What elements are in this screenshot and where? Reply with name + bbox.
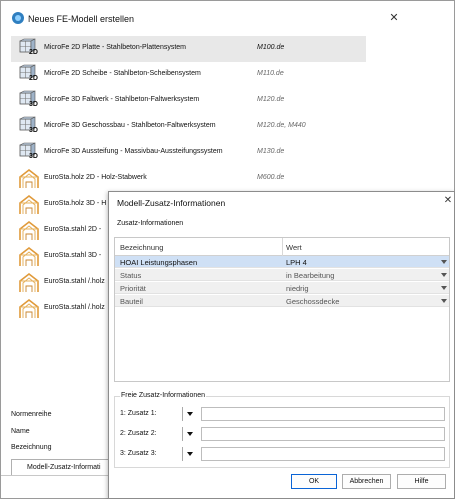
steel-frame-icon bbox=[18, 220, 40, 242]
column-separator[interactable] bbox=[282, 238, 283, 256]
model-row[interactable]: 2D MicroFe 2D Scheibe - Stahlbeton-Scheib… bbox=[11, 62, 366, 88]
ok-button[interactable]: OK bbox=[291, 474, 337, 489]
grid-row[interactable]: Priorität niedrig bbox=[115, 282, 449, 294]
free-info-row: 2: Zusatz 2: bbox=[115, 427, 451, 441]
grid-cell-label: Status bbox=[120, 271, 142, 280]
model-name: EuroSta.stahl 2D - bbox=[44, 226, 102, 233]
model-icon-label: 3D bbox=[29, 101, 38, 108]
help-button[interactable]: Hilfe bbox=[397, 474, 446, 489]
close-icon[interactable]: ✕ bbox=[387, 11, 401, 25]
model-name: EuroSta.stahl /.holz bbox=[44, 278, 105, 285]
fe-2d-plate-icon: 2D bbox=[18, 38, 40, 60]
grid-cell-value[interactable]: niedrig bbox=[286, 284, 309, 293]
model-code: M120.de, M440 bbox=[257, 122, 306, 129]
chevron-down-icon[interactable] bbox=[182, 407, 198, 421]
info-grid: Bezeichnung Wert HOAI Leistungsphasen LPH… bbox=[114, 237, 450, 382]
info-close-icon[interactable]: ✕ bbox=[442, 195, 454, 206]
grid-row[interactable]: Status in Bearbeitung bbox=[115, 269, 449, 281]
fe-3d-folded-plate-icon: 3D bbox=[18, 90, 40, 112]
free-info-title: Freie Zusatz-Informationen bbox=[120, 392, 207, 399]
model-row[interactable]: 3D MicroFe 3D Geschossbau - Stahlbeton-Fa… bbox=[11, 114, 366, 140]
bezeichnung-label: Bezeichnung bbox=[11, 444, 52, 451]
steel-frame-icon bbox=[18, 246, 40, 268]
timber-frame-icon bbox=[18, 194, 40, 216]
model-icon-label: 3D bbox=[29, 153, 38, 160]
model-name: MicroFe 3D Geschossbau - Stahlbeton-Falt… bbox=[44, 122, 216, 129]
model-row[interactable]: 3D MicroFe 3D Faltwerk - Stahlbeton-Faltw… bbox=[11, 88, 366, 114]
model-name: MicroFe 2D Scheibe - Stahlbeton-Scheiben… bbox=[44, 70, 201, 77]
grid-header: Bezeichnung Wert bbox=[115, 238, 449, 256]
free-info-row: 1: Zusatz 1: bbox=[115, 407, 451, 421]
model-row[interactable]: 3D MicroFe 3D Aussteifung - Massivbau-Aus… bbox=[11, 140, 366, 166]
model-name: EuroSta.stahl 3D - bbox=[44, 252, 102, 259]
grid-row[interactable]: Bauteil Geschossdecke bbox=[115, 295, 449, 307]
steel-timber-frame-icon bbox=[18, 298, 40, 320]
chevron-down-icon[interactable] bbox=[441, 260, 447, 264]
model-name: MicroFe 2D Platte - Stahlbeton-Plattensy… bbox=[44, 44, 187, 51]
model-code: M100.de bbox=[257, 44, 285, 51]
model-code: M130.de bbox=[257, 148, 285, 155]
tab-model-info-label: Modell-Zusatz-Informati bbox=[27, 464, 101, 471]
tab-model-info[interactable]: Modell-Zusatz-Informati bbox=[11, 459, 111, 475]
grid-cell-value[interactable]: LPH 4 bbox=[286, 258, 307, 267]
free-info-input[interactable] bbox=[201, 427, 445, 441]
grid-cell-label: HOAI Leistungsphasen bbox=[120, 258, 198, 267]
main-title: Neues FE-Modell erstellen bbox=[28, 14, 135, 24]
timber-frame-icon bbox=[18, 168, 40, 190]
free-info-label: 1: Zusatz 1: bbox=[120, 410, 157, 417]
chevron-down-icon[interactable] bbox=[441, 286, 447, 290]
fe-2d-wall-icon: 2D bbox=[18, 64, 40, 86]
model-icon-label: 3D bbox=[29, 127, 38, 134]
grid-cell-label: Bauteil bbox=[120, 297, 143, 306]
chevron-down-icon[interactable] bbox=[441, 299, 447, 303]
model-code: M110.de bbox=[257, 70, 284, 77]
main-title-bar: Neues FE-Modell erstellen ✕ bbox=[1, 1, 455, 31]
grid-cell-value[interactable]: Geschossdecke bbox=[286, 297, 339, 306]
column-header-bezeichnung[interactable]: Bezeichnung bbox=[120, 243, 163, 252]
model-row[interactable]: EuroSta.holz 2D - Holz-Stabwerk M600.de bbox=[11, 166, 366, 192]
info-dialog-title: Modell-Zusatz-Informationen bbox=[117, 198, 226, 208]
fe-3d-storey-icon: 3D bbox=[18, 116, 40, 138]
section-title: Zusatz-Informationen bbox=[117, 220, 184, 227]
steel-timber-frame-icon bbox=[18, 272, 40, 294]
free-info-input[interactable] bbox=[201, 447, 445, 461]
model-name: EuroSta.stahl /.holz bbox=[44, 304, 105, 311]
grid-cell-value[interactable]: in Bearbeitung bbox=[286, 271, 334, 280]
free-info-label: 3: Zusatz 3: bbox=[120, 450, 157, 457]
model-info-dialog: Modell-Zusatz-Informationen ✕ Zusatz-Inf… bbox=[108, 191, 455, 499]
fe-3d-bracing-icon: 3D bbox=[18, 142, 40, 164]
free-info-label: 2: Zusatz 2: bbox=[120, 430, 157, 437]
model-name: MicroFe 3D Faltwerk - Stahlbeton-Faltwer… bbox=[44, 96, 200, 103]
chevron-down-icon[interactable] bbox=[182, 447, 198, 461]
model-name: MicroFe 3D Aussteifung - Massivbau-Ausst… bbox=[44, 148, 223, 155]
chevron-down-icon[interactable] bbox=[182, 427, 198, 441]
normenreihe-label: Normenreihe bbox=[11, 411, 52, 418]
column-header-wert[interactable]: Wert bbox=[286, 243, 302, 252]
free-info-group: Freie Zusatz-Informationen 1: Zusatz 1: 2… bbox=[114, 392, 451, 468]
grid-row[interactable]: HOAI Leistungsphasen LPH 4 bbox=[115, 256, 449, 268]
model-code: M120.de bbox=[257, 96, 285, 103]
free-info-row: 3: Zusatz 3: bbox=[115, 447, 451, 461]
name-label: Name bbox=[11, 428, 30, 435]
chevron-down-icon[interactable] bbox=[441, 273, 447, 277]
model-code: M600.de bbox=[257, 174, 285, 181]
model-name: EuroSta.holz 2D - Holz-Stabwerk bbox=[44, 174, 147, 181]
cancel-button[interactable]: Abbrechen bbox=[342, 474, 391, 489]
app-icon bbox=[12, 12, 24, 24]
model-name: EuroSta.holz 3D - H bbox=[44, 200, 107, 207]
divider bbox=[1, 475, 111, 476]
model-row[interactable]: 2D MicroFe 2D Platte - Stahlbeton-Platten… bbox=[11, 36, 366, 62]
grid-cell-label: Priorität bbox=[120, 284, 146, 293]
model-icon-label: 2D bbox=[29, 75, 38, 82]
model-icon-label: 2D bbox=[29, 49, 38, 56]
free-info-input[interactable] bbox=[201, 407, 445, 421]
